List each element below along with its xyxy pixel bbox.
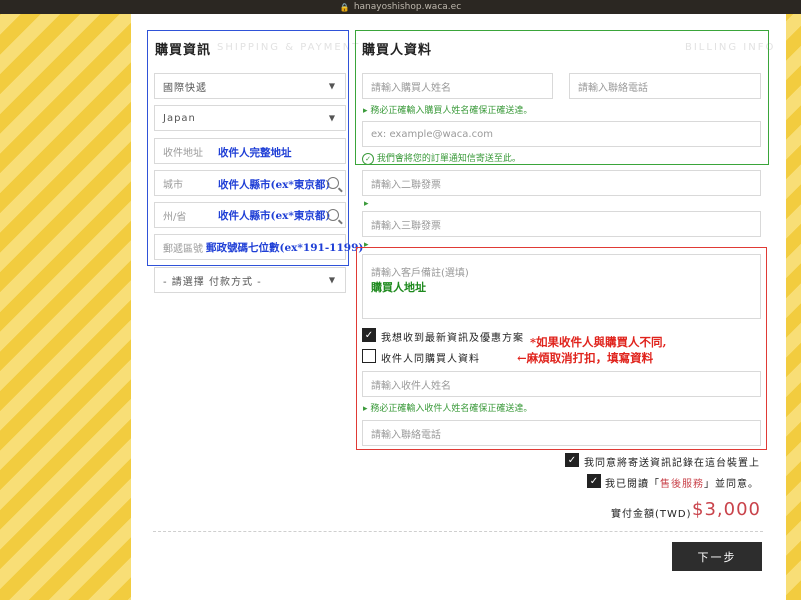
terms-checkbox[interactable]: ✓ bbox=[587, 474, 601, 488]
divider bbox=[153, 531, 763, 532]
browser-url-bar[interactable]: 🔒 hanayoshishop.waca.ec bbox=[0, 0, 801, 14]
annotation-box-receiver bbox=[356, 247, 767, 450]
checkmark-icon: ✓ bbox=[567, 454, 577, 466]
save-record-checkbox[interactable]: ✓ bbox=[565, 453, 579, 467]
annotation-box-billing bbox=[355, 30, 769, 165]
invoice3-placeholder: 請輸入三聯發票 bbox=[371, 220, 441, 232]
invoice3-input[interactable]: 請輸入三聯發票 bbox=[362, 211, 761, 237]
chevron-down-icon: ▼ bbox=[328, 275, 336, 285]
total-amount: $3,000 bbox=[692, 499, 761, 520]
lock-icon: 🔒 bbox=[339, 2, 350, 12]
invoice2-placeholder: 請輸入二聯發票 bbox=[371, 179, 441, 191]
terms-prefix: 我已閱讀「 bbox=[605, 479, 660, 490]
terms-label: 我已閱讀「售後服務」並同意。 bbox=[605, 475, 759, 490]
payment-method-value: - 請選擇 付款方式 - bbox=[163, 276, 262, 288]
terms-suffix: 」並同意。 bbox=[704, 479, 759, 490]
save-record-label: 我同意將寄送資訊記錄在這台裝置上 bbox=[584, 458, 760, 469]
total-label: 實付金額(TWD) bbox=[611, 509, 692, 520]
after-sales-link[interactable]: 售後服務 bbox=[660, 479, 704, 490]
next-step-button[interactable]: 下一步 bbox=[672, 542, 762, 571]
invoice2-input[interactable]: 請輸入二聯發票 bbox=[362, 170, 761, 196]
url-text: hanayoshishop.waca.ec bbox=[353, 2, 462, 12]
payment-method-select[interactable]: - 請選擇 付款方式 - ▼ bbox=[154, 267, 346, 293]
annotation-box-shipping bbox=[147, 30, 349, 266]
checkmark-icon: ✓ bbox=[589, 475, 599, 487]
invoice2-hint-arrow: ▸ bbox=[364, 199, 369, 209]
